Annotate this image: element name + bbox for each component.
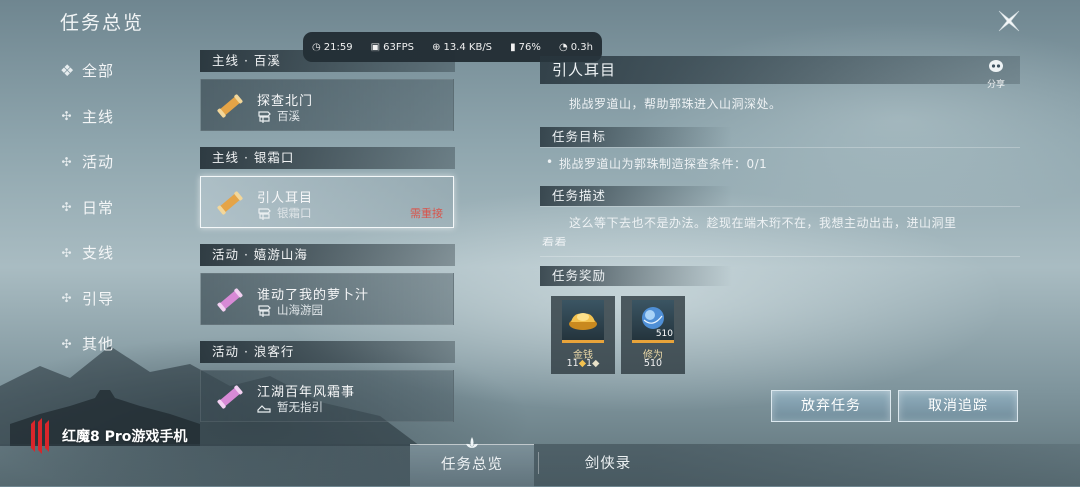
category-label: 引导 [82, 289, 115, 308]
share-label: 分享 [986, 80, 1005, 90]
duration-item: ◔ 0.3h [559, 42, 593, 53]
task-name: 引人耳目 [257, 191, 314, 206]
category-side[interactable]: ✣ 支线 [60, 230, 180, 276]
battery-value: 76% [518, 41, 541, 53]
category-label: 全部 [82, 62, 115, 81]
task-location-text: 银霜口 [277, 206, 312, 220]
sparkle-icon: ✣ [61, 109, 73, 124]
reward-value: 510 [643, 358, 663, 369]
sparkle-icon: ✣ [61, 245, 73, 260]
tab-hero-record[interactable]: 剑侠录 [546, 444, 670, 486]
sparkle-icon: ✣ [61, 154, 73, 169]
task-name: 谁动了我的萝卜汁 [257, 288, 370, 303]
coin-icon: ◆ [592, 358, 600, 369]
category-label: 支线 [82, 244, 115, 263]
task-summary: 挑战罗道山，帮助郭珠进入山洞深处。 [569, 97, 782, 111]
tab-task-overview[interactable]: 任务总览 [410, 444, 534, 487]
scroll-icon [217, 191, 243, 215]
task-item[interactable]: 探查北门 百溪 [200, 79, 454, 131]
battery-icon: ▮ [510, 41, 516, 53]
section-header: 主线 · 银霜口 [200, 147, 455, 169]
section-header: 主线 · 百溪 [200, 50, 455, 72]
sparkle-icon: ✣ [61, 200, 73, 215]
battery-item: ▮ 76% [510, 42, 541, 53]
category-main[interactable]: ✣ 主线 [60, 94, 180, 140]
scroll-icon [217, 288, 243, 312]
task-location: 暂无指引 [257, 399, 323, 415]
gold-ingot-icon [562, 300, 604, 343]
duration-value: 0.3h [570, 41, 593, 53]
scroll-icon [217, 385, 243, 409]
task-location-text: 百溪 [277, 109, 300, 123]
task-location: 山海游园 [257, 302, 323, 318]
category-event[interactable]: ✣ 活动 [60, 139, 180, 185]
watermark-text: 红魔8 Pro游戏手机 [62, 429, 188, 445]
sparkle-icon: ❖ [60, 61, 76, 81]
share-button[interactable]: 分享 [984, 59, 1008, 90]
reward-slot-money[interactable]: 金钱 11◆1◆ [551, 296, 615, 374]
close-icon[interactable] [996, 8, 1022, 34]
objective-bullet: • [546, 155, 554, 169]
objective-text: 挑战罗道山为郭珠制造探查条件：0/1 [559, 157, 768, 171]
tab-divider [538, 452, 539, 474]
category-daily[interactable]: ✣ 日常 [60, 185, 180, 231]
task-name: 探查北门 [257, 94, 314, 109]
red-magic-logo-icon [31, 418, 49, 454]
reward-count: 510 [655, 329, 673, 339]
reward-value-main: 11 [566, 358, 579, 369]
task-location: 银霜口 [257, 205, 312, 221]
timer-icon: ◔ [558, 41, 568, 53]
divider [540, 206, 1020, 207]
abandon-task-button[interactable]: 放弃任务 [771, 390, 891, 422]
objective-header: 任务目标 [540, 127, 1020, 147]
sparkle-icon: ✣ [61, 291, 73, 306]
category-label: 其他 [82, 335, 115, 354]
task-location-text: 暂无指引 [277, 400, 323, 414]
divider [540, 256, 1020, 257]
lotus-ornament-icon [466, 437, 478, 448]
scroll-icon [217, 94, 243, 118]
category-list: ❖ 全部 ✣ 主线 ✣ 活动 ✣ 日常 ✣ 支线 ✣ 引导 ✣ 其他 [60, 48, 180, 367]
description-header: 任务描述 [540, 186, 1020, 206]
device-watermark: 红魔8 Pro游戏手机 [28, 418, 187, 454]
category-label: 日常 [82, 198, 115, 217]
task-item[interactable]: 谁动了我的萝卜汁 山海游园 [200, 273, 454, 325]
task-item-selected[interactable]: 引人耳目 银霜口 需重接 [200, 176, 454, 228]
status-badge: 需重接 [410, 207, 443, 220]
reward-slot-cultivation[interactable]: 510 修为 510 [621, 296, 685, 374]
ingot-icon: ◆ [578, 358, 587, 369]
category-other[interactable]: ✣ 其他 [60, 321, 180, 367]
task-location: 百溪 [257, 108, 300, 124]
category-label: 活动 [82, 153, 115, 172]
reward-value: 11◆1◆ [551, 358, 615, 369]
category-label: 主线 [82, 107, 115, 126]
shoe-icon [257, 404, 271, 413]
section-header: 活动 · 嬉游山海 [200, 244, 455, 266]
divider [540, 147, 1020, 148]
page-title: 任务总览 [60, 12, 145, 34]
task-location-text: 山海游园 [277, 303, 323, 317]
reward-header: 任务奖励 [540, 266, 1020, 286]
task-name: 江湖百年风霜事 [257, 385, 356, 400]
signpost-icon [258, 207, 271, 220]
category-guide[interactable]: ✣ 引导 [60, 276, 180, 322]
description-line: 这么等下去也不是办法。趁现在端木珩不在，我想主动出击，进山洞里 [569, 216, 957, 230]
category-all[interactable]: ❖ 全部 [60, 48, 180, 94]
section-header: 活动 · 浪客行 [200, 341, 455, 363]
description-line: 看看 [542, 236, 568, 246]
description-overflow: 看看 [540, 234, 1020, 246]
untrack-button[interactable]: 取消追踪 [898, 390, 1018, 422]
sparkle-icon: ✣ [61, 336, 73, 351]
signpost-icon [258, 110, 271, 123]
signpost-icon [258, 304, 271, 317]
detail-title: 引人耳目 [540, 56, 1020, 84]
share-icon [989, 60, 1003, 72]
task-item[interactable]: 江湖百年风霜事 暂无指引 [200, 370, 454, 422]
